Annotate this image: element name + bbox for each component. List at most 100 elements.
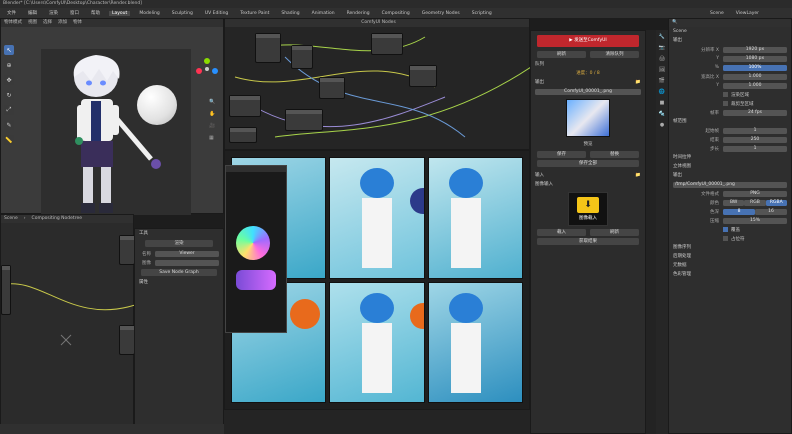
save-button[interactable]: 保存 xyxy=(537,151,586,158)
image-viewer[interactable] xyxy=(224,150,530,410)
object-icon[interactable]: ■ xyxy=(660,100,665,106)
pan-hand-icon[interactable]: ✋ xyxy=(209,111,215,117)
render-button[interactable]: 渲染 xyxy=(145,240,213,247)
menu-help[interactable]: 帮助 xyxy=(88,10,103,16)
object-menu[interactable]: 物体 xyxy=(73,19,82,27)
move-tool-icon[interactable]: ✥ xyxy=(4,75,14,85)
result-image-3[interactable] xyxy=(427,157,523,279)
sphere-object[interactable] xyxy=(137,85,177,125)
view-layer-icon[interactable]: 🖼 xyxy=(659,67,665,73)
tab-sculpting[interactable]: Sculpting xyxy=(169,11,196,16)
compression-slider[interactable]: 15% xyxy=(723,217,787,224)
output-icon[interactable]: 🖨 xyxy=(659,56,665,62)
input-section[interactable]: 输入 📁 xyxy=(531,171,645,180)
tab-rendering[interactable]: Rendering xyxy=(344,11,373,16)
node-card[interactable] xyxy=(255,33,281,63)
viewlayer-selector[interactable]: ViewLayer xyxy=(733,11,762,16)
material-icon[interactable]: ● xyxy=(660,122,664,128)
node-card[interactable] xyxy=(229,95,261,117)
node-card[interactable] xyxy=(1,265,11,315)
color-rgb-toggle[interactable]: RGB xyxy=(744,199,766,206)
crop-checkbox[interactable] xyxy=(723,101,728,106)
output-path-field[interactable]: /tmp/ComfyUI_00001_.png xyxy=(673,181,787,188)
color-management-section[interactable]: 色彩管理 xyxy=(669,270,791,279)
depth-16-toggle[interactable]: 16 xyxy=(755,208,787,215)
view-menu[interactable]: 视图 xyxy=(28,19,37,27)
tab-compositing[interactable]: Compositing xyxy=(379,11,413,16)
aspect-x-field[interactable]: 1.000 xyxy=(723,73,787,80)
modifier-icon[interactable]: 🔩 xyxy=(659,111,665,117)
save-node-graph-button[interactable]: Save Node Graph xyxy=(141,269,217,276)
tab-shading[interactable]: Shading xyxy=(278,11,302,16)
mode-selector[interactable]: 物体模式 xyxy=(4,19,22,27)
section-output-header[interactable]: 输出 xyxy=(669,36,791,45)
depth-8-toggle[interactable]: 8 xyxy=(723,208,755,215)
output-thumbnail[interactable] xyxy=(566,99,610,137)
aspect-y-field[interactable]: 1.000 xyxy=(723,82,787,89)
tab-modeling[interactable]: Modeling xyxy=(136,11,162,16)
node-card[interactable] xyxy=(409,65,437,87)
node-card[interactable] xyxy=(119,325,135,355)
node-card[interactable] xyxy=(285,109,323,131)
annotate-tool-icon[interactable]: ✎ xyxy=(4,120,14,130)
node-card[interactable] xyxy=(119,235,135,265)
stereoscopy-section[interactable]: 立体视图 xyxy=(669,162,791,171)
menu-window[interactable]: 窗口 xyxy=(67,10,82,16)
clear-queue-button[interactable]: 清除队列 xyxy=(590,51,639,58)
name-field[interactable]: Viewer xyxy=(155,250,219,257)
download-tile[interactable]: ⬇ 图像载入 xyxy=(568,192,608,226)
color-rgba-toggle[interactable]: RGBA xyxy=(765,199,787,206)
image-field[interactable] xyxy=(155,259,219,266)
replace-button[interactable]: 替换 xyxy=(590,151,639,158)
render-region-checkbox[interactable] xyxy=(723,92,728,97)
output-path-section[interactable]: 输出 xyxy=(669,171,791,180)
res-percent-field[interactable]: 100% xyxy=(723,64,787,71)
fps-dropdown[interactable]: 24 fps xyxy=(723,109,787,116)
node-editor-bottom[interactable]: Scene › Compositing Nodetree xyxy=(0,214,135,434)
render-icon[interactable]: 📷 xyxy=(659,45,665,51)
search-icon[interactable]: 🔍 xyxy=(672,19,678,27)
tab-animation[interactable]: Animation xyxy=(309,11,338,16)
image-sequence-section[interactable]: 图像序列 xyxy=(669,243,791,252)
frame-end-field[interactable]: 250 xyxy=(723,136,787,143)
breadcrumb-scene[interactable]: Scene xyxy=(4,215,18,223)
node-editor-top[interactable]: ComfyUI Nodes xyxy=(224,18,531,150)
frame-step-field[interactable]: 1 xyxy=(723,145,787,152)
floating-preview[interactable] xyxy=(225,165,287,333)
cursor-tool-icon[interactable]: ⊕ xyxy=(4,60,14,70)
grid-toggle-icon[interactable]: ▦ xyxy=(209,135,215,141)
tab-geonodes[interactable]: Geometry Nodes xyxy=(419,11,463,16)
post-processing-section[interactable]: 后期处理 xyxy=(669,252,791,261)
properties-section[interactable]: 属性 xyxy=(135,278,223,287)
camera-view-icon[interactable]: 🎥 xyxy=(209,123,215,129)
zoom-icon[interactable]: 🔍 xyxy=(209,99,215,105)
tab-uv[interactable]: UV Editing xyxy=(202,11,231,16)
scene-icon[interactable]: 🎬 xyxy=(659,78,665,84)
tab-texture[interactable]: Texture Paint xyxy=(237,11,272,16)
run-button[interactable]: ▶ 发送至ComfyUI xyxy=(537,35,639,47)
color-bw-toggle[interactable]: BW xyxy=(723,199,745,206)
placeholders-checkbox[interactable] xyxy=(723,236,728,241)
file-format-dropdown[interactable]: PNG xyxy=(723,190,787,197)
viewport-3d[interactable]: 物体模式 视图 选择 添加 物体 ↖ ⊕ ✥ ↻ ⤢ ✎ 📏 🔍 ✋ 🎥 ▦ xyxy=(0,18,224,215)
menu-edit[interactable]: 编辑 xyxy=(25,10,40,16)
node-card[interactable] xyxy=(291,45,313,69)
save-all-button[interactable]: 保存全部 xyxy=(537,160,639,167)
reload-button[interactable]: 刷新 xyxy=(590,229,639,236)
node-card[interactable] xyxy=(319,77,345,99)
rotate-tool-icon[interactable]: ↻ xyxy=(4,90,14,100)
res-x-field[interactable]: 1920 px xyxy=(723,46,787,53)
time-stretch-section[interactable]: 时间拉伸 xyxy=(669,153,791,162)
select-tool-icon[interactable]: ↖ xyxy=(4,45,14,55)
tool-icon[interactable]: 🔧 xyxy=(659,34,665,40)
node-card[interactable] xyxy=(371,33,403,55)
refresh-button[interactable]: 刷新 xyxy=(537,51,586,58)
fetch-result-button[interactable]: 获取结果 xyxy=(537,238,639,245)
world-icon[interactable]: 🌐 xyxy=(659,89,665,95)
result-image-5[interactable] xyxy=(329,281,425,403)
result-image-6[interactable] xyxy=(427,281,523,403)
load-button[interactable]: 载入 xyxy=(537,229,586,236)
tab-layout[interactable]: Layout xyxy=(109,10,131,16)
overwrite-checkbox[interactable] xyxy=(723,227,728,232)
menu-render[interactable]: 渲染 xyxy=(46,10,61,16)
